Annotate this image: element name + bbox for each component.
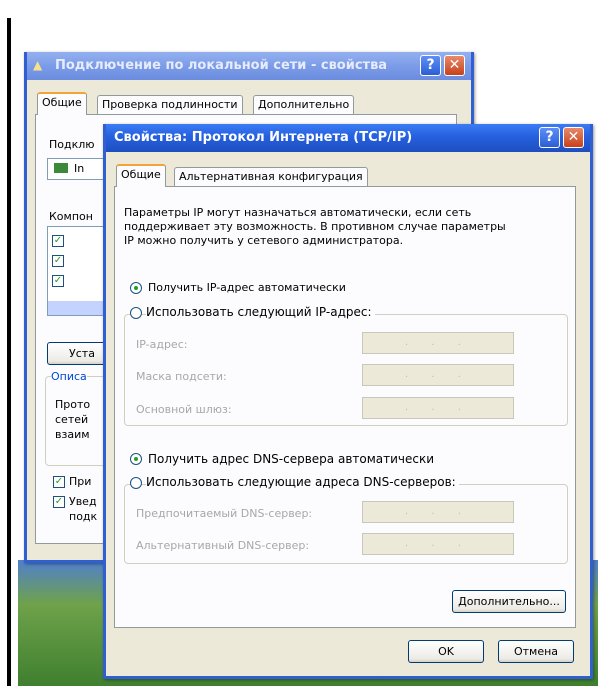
back-window-titlebar[interactable]: ▲ Подключение по локальной сети - свойст… (27, 52, 471, 80)
back-tab-authentication[interactable]: Проверка подлинности (97, 95, 243, 115)
notify-label-line-2: подк (69, 510, 98, 523)
screen-edge-bar (7, 18, 11, 686)
front-tab-alternate-config[interactable]: Альтернативная конфигурация (174, 167, 368, 187)
component-checkbox-3[interactable]: ✓ (52, 275, 64, 287)
gateway-label: Основной шлюз: (136, 403, 232, 416)
description-group-label: Описа (51, 370, 87, 383)
subnet-mask-label: Маска подсети: (136, 370, 227, 383)
back-tab-advanced[interactable]: Дополнительно (253, 95, 355, 115)
connect-using-label: Подклю (49, 138, 95, 151)
alternate-dns-label: Альтернативный DNS-сервер: (136, 539, 310, 552)
component-checkbox-2[interactable]: ✓ (52, 255, 64, 267)
subnet-mask-field[interactable]: . . . (362, 364, 514, 386)
front-tab-general[interactable]: Общие (116, 164, 166, 187)
notify-label-line-1: Увед (69, 495, 97, 508)
info-line-2: поддерживает эту возможность. В противно… (124, 220, 506, 233)
dns-manual-label[interactable]: Использовать следующие адреса DNS-сервер… (146, 475, 459, 489)
tcpip-properties-window: Свойства: Протокол Интернета (TCP/IP) ? … (103, 124, 593, 679)
advanced-button[interactable]: Дополнительно... (452, 590, 566, 613)
component-checkbox-1[interactable]: ✓ (52, 235, 64, 247)
cancel-button[interactable]: Отмена (498, 640, 574, 663)
dns-auto-radio[interactable] (130, 453, 142, 465)
preferred-dns-label: Предпочитаемый DNS-сервер: (136, 507, 313, 520)
preferred-dns-field[interactable]: . . . (362, 501, 514, 523)
front-help-button[interactable]: ? (539, 127, 560, 148)
show-icon-checkbox[interactable]: ✓ (53, 476, 65, 488)
back-tab-general[interactable]: Общие (37, 92, 87, 115)
ip-manual-label[interactable]: Использовать следующий IP-адрес: (146, 305, 375, 319)
info-line-3: IP можно получить у сетевого администрат… (124, 234, 404, 247)
notify-checkbox[interactable]: ✓ (53, 496, 65, 508)
adapter-name: In (74, 162, 85, 175)
gateway-field[interactable]: . . . (362, 397, 514, 419)
ip-address-field[interactable]: . . . (362, 332, 514, 354)
back-close-button[interactable]: ✕ (444, 55, 465, 76)
back-window-title: Подключение по локальной сети - свойства (55, 58, 388, 73)
ip-manual-radio[interactable] (130, 307, 142, 319)
ok-button[interactable]: OK (408, 640, 484, 663)
ip-auto-label[interactable]: Получить IP-адрес автоматически (148, 281, 346, 294)
description-line-3: взаим (55, 428, 90, 441)
adapter-icon (54, 163, 68, 173)
alternate-dns-field[interactable]: . . . (362, 533, 514, 555)
network-icon: ▲ (33, 58, 43, 72)
front-window-title: Свойства: Протокол Интернета (TCP/IP) (114, 130, 413, 145)
back-help-button[interactable]: ? (420, 55, 441, 76)
dns-manual-radio[interactable] (130, 477, 142, 489)
components-label: Компон (49, 210, 93, 223)
info-line-1: Параметры IP могут назначаться автоматич… (124, 206, 472, 219)
show-icon-label: При (69, 475, 92, 488)
front-close-button[interactable]: ✕ (563, 127, 584, 148)
description-line-1: Прото (55, 398, 91, 411)
ip-auto-radio[interactable] (130, 282, 142, 294)
front-window-titlebar[interactable]: Свойства: Протокол Интернета (TCP/IP) ? … (106, 124, 590, 152)
ip-address-label: IP-адрес: (136, 338, 188, 351)
dns-auto-label[interactable]: Получить адрес DNS-сервера автоматически (148, 452, 434, 466)
description-line-2: сетей (55, 413, 89, 426)
